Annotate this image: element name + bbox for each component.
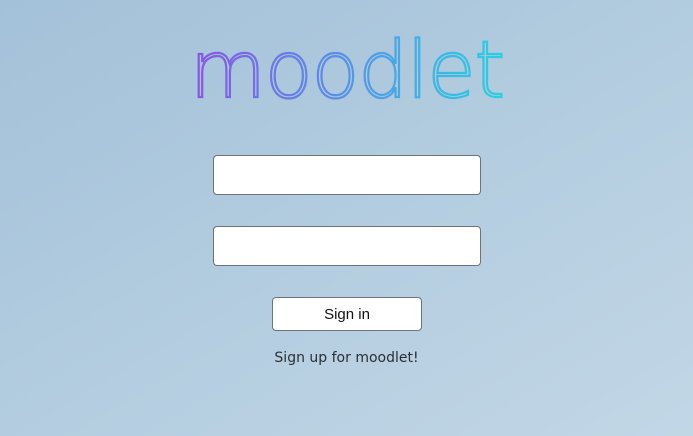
username-input[interactable]	[213, 155, 481, 195]
sign-in-button[interactable]: Sign in	[272, 297, 422, 331]
logo-wordmark: moodlet	[188, 25, 505, 112]
app-logo: moodlet	[0, 22, 693, 115]
password-input[interactable]	[213, 226, 481, 266]
logo-text: moodlet	[189, 26, 503, 112]
sign-up-link[interactable]: Sign up for moodlet!	[0, 350, 693, 366]
